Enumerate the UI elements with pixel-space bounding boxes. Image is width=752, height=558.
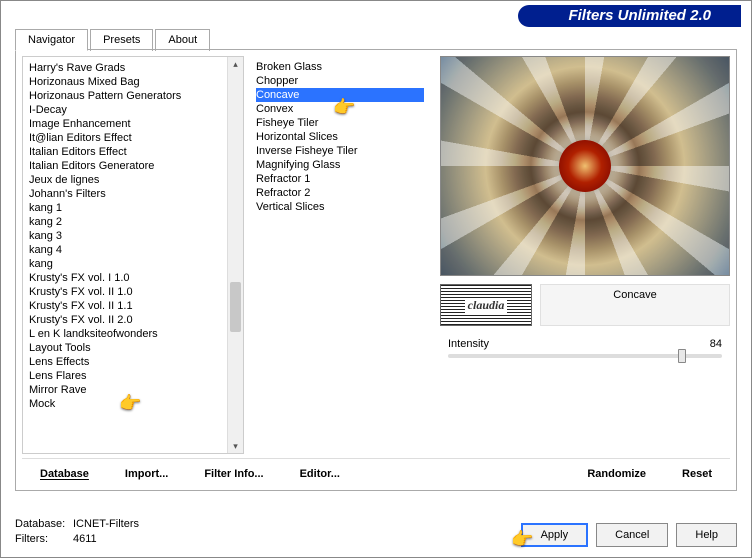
category-item[interactable]: Krusty's FX vol. II 1.1 [29, 299, 237, 313]
category-item[interactable]: Mirror Rave [29, 383, 237, 397]
filter-item[interactable]: Fisheye Tiler [256, 116, 424, 130]
filter-item[interactable]: Inverse Fisheye Tiler [256, 144, 424, 158]
category-item[interactable]: kang 3 [29, 229, 237, 243]
status-area: Database: ICNET-Filters Filters: 4611 [15, 517, 139, 547]
category-item[interactable]: kang [29, 257, 237, 271]
category-item[interactable]: Horizonaus Mixed Bag [29, 75, 237, 89]
preview-image [440, 56, 730, 276]
category-item[interactable]: Krusty's FX vol. I 1.0 [29, 271, 237, 285]
footer: Database: ICNET-Filters Filters: 4611 Ap… [15, 497, 737, 551]
main-panel: Harry's Rave GradsHorizonaus Mixed BagHo… [15, 49, 737, 491]
category-item[interactable]: Lens Effects [29, 355, 237, 369]
category-item[interactable]: kang 1 [29, 201, 237, 215]
watermark-badge: claudia [440, 284, 532, 326]
panel-button-row: Database Import... Filter Info... Editor… [22, 458, 730, 484]
category-item[interactable]: It@lian Editors Effect [29, 131, 237, 145]
category-item[interactable]: kang 2 [29, 215, 237, 229]
filter-item[interactable]: Broken Glass [256, 60, 424, 74]
reset-button[interactable]: Reset [672, 464, 722, 484]
category-item[interactable]: Lens Flares [29, 369, 237, 383]
tab-bar: Navigator Presets About [15, 29, 212, 51]
category-item[interactable]: Harry's Rave Grads [29, 61, 237, 75]
filter-item[interactable]: Horizontal Slices [256, 130, 424, 144]
filter-item[interactable]: Magnifying Glass [256, 158, 424, 172]
param-label: Intensity [448, 338, 489, 350]
parameters-area: Intensity 84 [440, 334, 730, 454]
app-title: Filters Unlimited 2.0 [518, 5, 741, 27]
filter-item[interactable]: Refractor 1 [256, 172, 424, 186]
dialog-buttons: Apply Cancel Help [521, 523, 737, 547]
category-item[interactable]: Italian Editors Effect [29, 145, 237, 159]
help-button[interactable]: Help [676, 523, 737, 547]
database-button[interactable]: Database [30, 464, 99, 484]
watermark-text: claudia [465, 298, 508, 313]
slider-thumb[interactable] [678, 349, 686, 363]
category-list: Harry's Rave GradsHorizonaus Mixed BagHo… [22, 56, 244, 454]
intensity-slider[interactable] [448, 354, 722, 358]
status-db-value: ICNET-Filters [73, 517, 139, 532]
filter-item[interactable]: Concave [256, 88, 424, 102]
status-filters-label: Filters: [15, 532, 73, 547]
scroll-down-icon[interactable]: ▾ [228, 439, 243, 453]
filter-item[interactable]: Refractor 2 [256, 186, 424, 200]
filter-list: Broken GlassChopperConcaveConvexFisheye … [250, 56, 430, 454]
filter-item[interactable]: Chopper [256, 74, 424, 88]
category-item[interactable]: kang 4 [29, 243, 237, 257]
filter-item[interactable]: Convex [256, 102, 424, 116]
status-filters-value: 4611 [73, 532, 97, 547]
category-item[interactable]: Image Enhancement [29, 117, 237, 131]
scrollbar[interactable]: ▴ ▾ [227, 57, 243, 453]
category-item[interactable]: Horizonaus Pattern Generators [29, 89, 237, 103]
tab-about[interactable]: About [155, 29, 210, 51]
filter-name-text: Concave [613, 289, 656, 301]
category-item[interactable]: Layout Tools [29, 341, 237, 355]
category-item[interactable]: Krusty's FX vol. II 2.0 [29, 313, 237, 327]
editor-button[interactable]: Editor... [290, 464, 350, 484]
apply-button[interactable]: Apply [521, 523, 589, 547]
filter-info-button[interactable]: Filter Info... [194, 464, 273, 484]
category-item[interactable]: Mock [29, 397, 237, 411]
tab-presets[interactable]: Presets [90, 29, 153, 51]
category-item[interactable]: Italian Editors Generatore [29, 159, 237, 173]
param-value: 84 [710, 338, 722, 350]
status-db-label: Database: [15, 517, 73, 532]
randomize-button[interactable]: Randomize [577, 464, 656, 484]
filter-item[interactable]: Vertical Slices [256, 200, 424, 214]
scroll-thumb[interactable] [230, 282, 241, 332]
category-item[interactable]: Johann's Filters [29, 187, 237, 201]
tab-navigator[interactable]: Navigator [15, 29, 88, 51]
category-item[interactable]: Krusty's FX vol. II 1.0 [29, 285, 237, 299]
category-item[interactable]: I-Decay [29, 103, 237, 117]
cancel-button[interactable]: Cancel [596, 523, 668, 547]
scroll-up-icon[interactable]: ▴ [228, 57, 243, 71]
import-button[interactable]: Import... [115, 464, 178, 484]
category-item[interactable]: L en K landksiteofwonders [29, 327, 237, 341]
category-item[interactable]: Jeux de lignes [29, 173, 237, 187]
filter-name-display: Concave [540, 284, 730, 326]
